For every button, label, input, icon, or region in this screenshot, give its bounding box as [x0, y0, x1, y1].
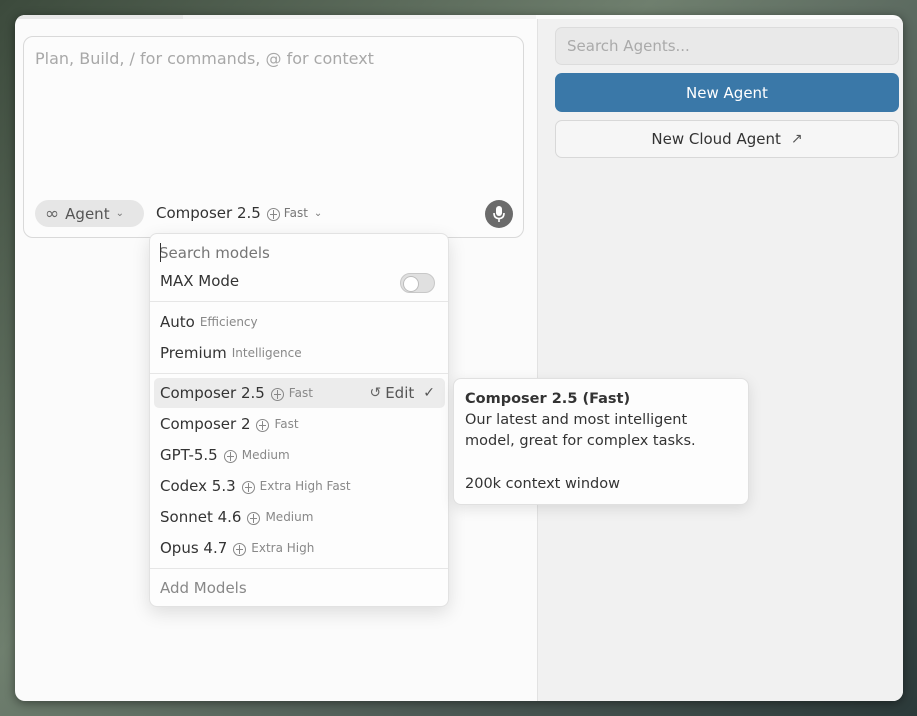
divider	[150, 568, 448, 569]
model-option-name: GPT-5.5	[160, 446, 218, 464]
model-option-composer-2[interactable]: Composer 2 Fast	[154, 409, 445, 439]
top-strip	[15, 15, 536, 19]
infinity-icon: ∞	[45, 203, 60, 224]
model-info-tooltip: Composer 2.5 (Fast) Our latest and most …	[453, 378, 749, 505]
model-option-name: Composer 2	[160, 415, 251, 433]
search-agents-input[interactable]	[555, 27, 899, 65]
composer-placeholder[interactable]: Plan, Build, / for commands, @ for conte…	[35, 49, 374, 68]
model-option-opus-4-7[interactable]: Opus 4.7 Extra High	[154, 533, 445, 563]
max-mode-toggle[interactable]	[400, 273, 435, 293]
tooltip-context-window: 200k context window	[465, 476, 620, 492]
checkmark-icon: ✓	[423, 385, 435, 401]
brain-icon	[247, 511, 261, 525]
new-agent-label: New Agent	[686, 83, 768, 102]
tooltip-description: Our latest and most intelligent model, g…	[465, 412, 696, 449]
divider	[150, 373, 448, 374]
chevron-down-icon: ⌄	[115, 208, 124, 219]
edit-model-button[interactable]: ↺ Edit ✓	[369, 384, 435, 402]
model-option-name: Composer 2.5	[160, 384, 265, 402]
max-mode-row[interactable]: MAX Mode	[154, 266, 445, 296]
brain-icon	[223, 449, 237, 463]
model-option-name: Premium	[160, 344, 227, 362]
search-models-input[interactable]	[159, 243, 439, 263]
model-option-composer-2-5[interactable]: Composer 2.5 Fast ↺ Edit ✓	[154, 378, 445, 408]
divider	[150, 301, 448, 302]
composer-box[interactable]: Plan, Build, / for commands, @ for conte…	[23, 36, 524, 238]
model-option-sub: Efficiency	[199, 315, 258, 329]
agents-panel: New Agent New Cloud Agent ↗	[537, 19, 903, 701]
max-mode-label: MAX Mode	[160, 272, 240, 290]
brain-icon	[241, 480, 255, 494]
add-models-button[interactable]: Add Models	[154, 573, 445, 603]
brain-icon	[266, 207, 280, 221]
model-dropdown: MAX Mode Auto Efficiency Premium Intelli…	[149, 233, 449, 607]
model-option-name: Sonnet 4.6	[160, 508, 242, 526]
microphone-button[interactable]	[485, 200, 513, 228]
edit-label: Edit	[385, 384, 415, 402]
model-option-sub: Intelligence	[231, 346, 302, 360]
new-agent-button[interactable]: New Agent	[555, 73, 899, 112]
model-option-sonnet-4-6[interactable]: Sonnet 4.6 Medium	[154, 502, 445, 532]
model-option-name: Codex 5.3	[160, 477, 236, 495]
model-option-sub: Fast	[288, 386, 313, 400]
model-option-sub: Extra High Fast	[259, 479, 351, 493]
model-name: Composer 2.5	[156, 204, 261, 222]
tooltip-title: Composer 2.5 (Fast)	[465, 391, 631, 407]
external-arrow-icon: ↗	[790, 131, 803, 147]
model-selector-button[interactable]: Composer 2.5 Fast ⌄	[156, 204, 322, 222]
chevron-down-icon: ⌄	[313, 207, 323, 219]
agent-mode-button[interactable]: ∞ Agent ⌄	[35, 200, 144, 227]
brain-icon	[233, 542, 247, 556]
model-option-gpt-5-5[interactable]: GPT-5.5 Medium	[154, 440, 445, 470]
text-cursor	[160, 243, 161, 262]
model-option-sub: Medium	[241, 448, 290, 462]
refresh-icon: ↺	[369, 385, 382, 401]
model-option-auto[interactable]: Auto Efficiency	[154, 307, 445, 337]
model-option-name: Opus 4.7	[160, 539, 228, 557]
model-option-codex-5-3[interactable]: Codex 5.3 Extra High Fast	[154, 471, 445, 501]
new-cloud-agent-button[interactable]: New Cloud Agent ↗	[555, 120, 899, 158]
brain-icon	[256, 418, 270, 432]
add-models-label: Add Models	[160, 579, 247, 597]
model-option-sub: Medium	[265, 510, 314, 524]
new-cloud-agent-label: New Cloud Agent	[651, 130, 781, 148]
model-speed: Fast	[283, 206, 308, 220]
brain-icon	[270, 387, 284, 401]
agent-mode-label: Agent	[65, 204, 110, 223]
model-option-premium[interactable]: Premium Intelligence	[154, 338, 445, 368]
microphone-icon	[493, 206, 505, 222]
app-window: Plan, Build, / for commands, @ for conte…	[15, 15, 903, 701]
model-option-name: Auto	[160, 313, 195, 331]
model-option-sub: Extra High	[251, 541, 315, 555]
model-option-sub: Fast	[274, 417, 299, 431]
